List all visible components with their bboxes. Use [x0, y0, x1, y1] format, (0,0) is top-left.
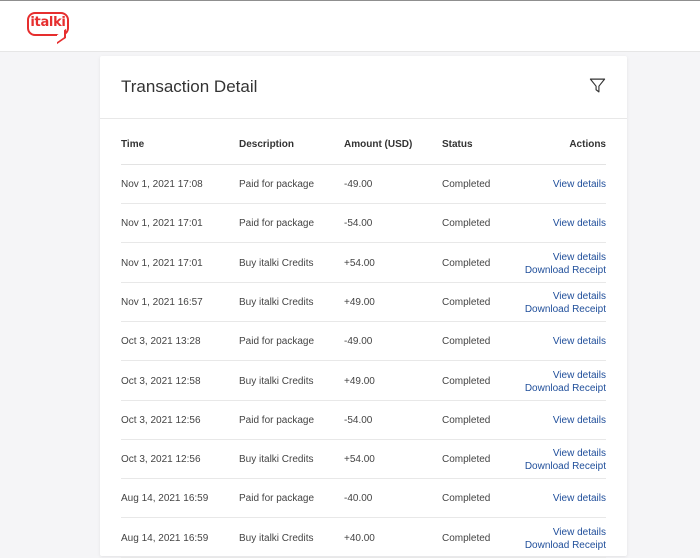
row-actions: View details Download Receipt: [525, 526, 606, 552]
view-details-link[interactable]: View details: [553, 336, 606, 347]
row-time: Aug 14, 2021 16:59: [121, 493, 209, 505]
row-status: Completed: [442, 454, 491, 466]
view-details-link[interactable]: View details: [553, 218, 606, 229]
row-amount: +49.00: [344, 375, 375, 387]
table-header: Time Description Amount (USD) Status Act…: [121, 119, 606, 165]
table-row: Aug 14, 2021 16:59 Paid for package -40.00…: [121, 479, 606, 519]
row-time: Aug 14, 2021 16:59: [121, 532, 209, 544]
row-amount: +54.00: [344, 454, 375, 466]
download-receipt-link[interactable]: Download Receipt: [525, 264, 606, 277]
logo-text: italki: [30, 15, 66, 30]
row-description: Buy italki Credits: [239, 296, 314, 308]
row-actions: View details: [553, 179, 606, 190]
row-actions: View details: [553, 415, 606, 426]
row-status: Completed: [442, 493, 491, 505]
row-actions: View details Download Receipt: [525, 251, 606, 277]
row-status: Completed: [442, 218, 491, 230]
column-header-amount[interactable]: Amount (USD): [344, 139, 412, 150]
row-description: Paid for package: [239, 414, 315, 426]
row-actions: View details: [553, 218, 606, 229]
row-amount: -54.00: [344, 218, 373, 230]
row-status: Completed: [442, 336, 491, 348]
row-amount: -49.00: [344, 336, 373, 348]
column-header-time[interactable]: Time: [121, 139, 144, 150]
row-actions: View details Download Receipt: [525, 447, 606, 473]
row-time: Oct 3, 2021 12:58: [121, 375, 201, 387]
page-title: Transaction Detail: [121, 77, 258, 96]
column-header-description[interactable]: Description: [239, 139, 294, 150]
view-details-link[interactable]: View details: [525, 251, 606, 264]
table-row: Nov 1, 2021 16:57 Buy italki Credits +49.0…: [121, 283, 606, 322]
table-row: Aug 14, 2021 16:59 Buy italki Credits +40.…: [121, 519, 606, 558]
italki-logo[interactable]: italki: [27, 12, 70, 45]
row-status: Completed: [442, 179, 491, 190]
row-status: Completed: [442, 532, 491, 544]
table-row: Nov 1, 2021 17:08 Paid for package -49.00 C…: [121, 165, 606, 204]
row-description: Paid for package: [239, 493, 315, 505]
row-time: Oct 3, 2021 12:56: [121, 454, 201, 466]
view-details-link[interactable]: View details: [525, 447, 606, 460]
top-bar: italki: [0, 0, 700, 52]
row-description: Buy italki Credits: [239, 257, 314, 269]
row-description: Paid for package: [239, 336, 315, 348]
table-row: Oct 3, 2021 12:56 Buy italki Credits +54.0…: [121, 440, 606, 480]
filter-icon[interactable]: [589, 77, 606, 94]
table-row: Nov 1, 2021 17:01 Buy italki Credits +54.0…: [121, 244, 606, 283]
row-time: Oct 3, 2021 12:56: [121, 414, 201, 426]
row-amount: -54.00: [344, 414, 373, 426]
row-amount: +49.00: [344, 296, 375, 308]
row-description: Paid for package: [239, 179, 315, 190]
row-description: Paid for package: [239, 218, 315, 230]
row-amount: -40.00: [344, 493, 373, 505]
column-header-actions: Actions: [569, 139, 606, 150]
row-description: Buy italki Credits: [239, 532, 314, 544]
row-actions: View details: [553, 336, 606, 347]
download-receipt-link[interactable]: Download Receipt: [525, 539, 606, 552]
row-time: Nov 1, 2021 16:57: [121, 296, 203, 308]
table-row: Oct 3, 2021 12:58 Buy italki Credits +49.0…: [121, 362, 606, 401]
row-status: Completed: [442, 414, 491, 426]
row-actions: View details: [553, 493, 606, 504]
download-receipt-link[interactable]: Download Receipt: [525, 382, 606, 395]
view-details-link[interactable]: View details: [525, 369, 606, 382]
row-status: Completed: [442, 257, 491, 269]
table-row: Oct 3, 2021 12:56 Paid for package -54.00 C…: [121, 401, 606, 440]
view-details-link[interactable]: View details: [525, 290, 606, 303]
row-description: Buy italki Credits: [239, 375, 314, 387]
table-row: Nov 1, 2021 17:01 Paid for package -54.00 C…: [121, 204, 606, 244]
download-receipt-link[interactable]: Download Receipt: [525, 303, 606, 316]
table-row: Oct 3, 2021 13:28 Paid for package -49.00 C…: [121, 322, 606, 362]
row-amount: +54.00: [344, 257, 375, 269]
view-details-link[interactable]: View details: [553, 493, 606, 504]
row-amount: -49.00: [344, 179, 373, 190]
row-status: Completed: [442, 375, 491, 387]
row-description: Buy italki Credits: [239, 454, 314, 466]
row-time: Nov 1, 2021 17:01: [121, 218, 203, 230]
view-details-link[interactable]: View details: [553, 179, 606, 190]
row-time: Oct 3, 2021 13:28: [121, 336, 201, 348]
row-actions: View details Download Receipt: [525, 369, 606, 395]
download-receipt-link[interactable]: Download Receipt: [525, 460, 606, 473]
column-header-status[interactable]: Status: [442, 139, 473, 150]
transaction-card: Transaction Detail Time Description Amou…: [100, 56, 627, 558]
row-time: Nov 1, 2021 17:08: [121, 179, 203, 190]
row-status: Completed: [442, 296, 491, 308]
row-amount: +40.00: [344, 532, 375, 544]
view-details-link[interactable]: View details: [553, 415, 606, 426]
row-actions: View details Download Receipt: [525, 290, 606, 316]
card-header: Transaction Detail: [100, 56, 627, 119]
row-time: Nov 1, 2021 17:01: [121, 257, 203, 269]
